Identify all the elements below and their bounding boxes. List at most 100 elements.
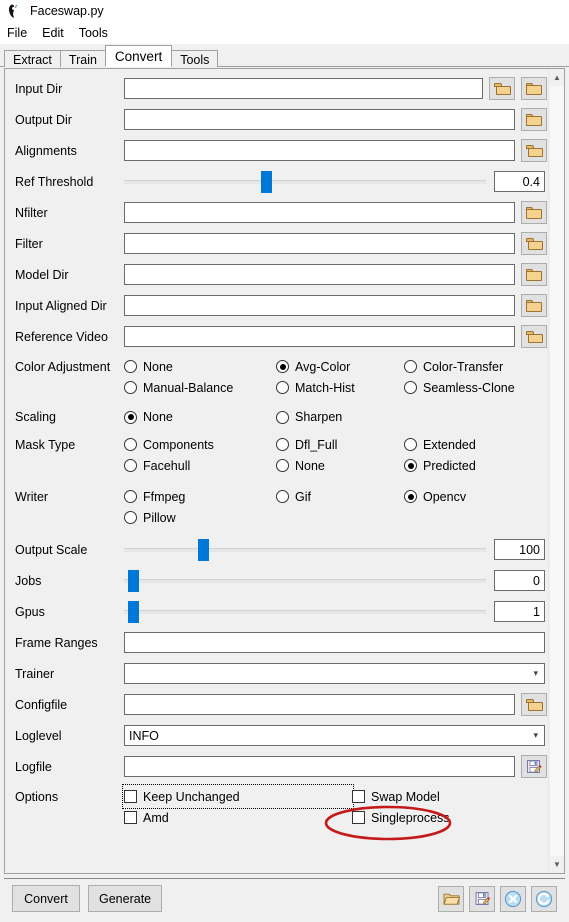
radio-writer-pillow[interactable]: Pillow: [124, 507, 276, 528]
checkbox-mark: [124, 790, 137, 803]
field-row-mask-type: Mask Type Components Dfl_Full Extended F…: [5, 430, 549, 482]
tab-extract[interactable]: Extract: [4, 50, 61, 67]
ref-threshold-value-field[interactable]: [494, 171, 545, 192]
field-row-output-scale: Output Scale: [5, 534, 549, 565]
filter-field[interactable]: [124, 233, 515, 254]
radio-label: Opencv: [423, 489, 467, 504]
input-aligned-dir-field[interactable]: [124, 295, 515, 316]
radio-mask-type-components[interactable]: Components: [124, 434, 276, 455]
filter-browse-button[interactable]: [521, 232, 547, 255]
input-dir-field[interactable]: [124, 78, 483, 99]
save-as-icon: [475, 891, 490, 905]
model-dir-field[interactable]: [124, 264, 515, 285]
radio-color-adjustment-manual-balance[interactable]: Manual-Balance: [124, 377, 276, 398]
convert-button[interactable]: Convert: [12, 885, 80, 912]
load-config-button[interactable]: [438, 885, 464, 912]
scrollbar-track[interactable]: [550, 86, 564, 856]
folder-icon: [525, 268, 543, 282]
radio-scaling-sharpen[interactable]: Sharpen: [276, 407, 404, 428]
output-dir-field[interactable]: [124, 109, 515, 130]
slider-thumb[interactable]: [128, 601, 139, 623]
radio-label: None: [143, 410, 173, 424]
alignments-browse-button[interactable]: [521, 139, 547, 162]
loglevel-dropdown[interactable]: INFO ▾: [124, 725, 545, 746]
radio-color-adjustment-none[interactable]: None: [124, 356, 276, 377]
menu-item-file[interactable]: File: [7, 24, 34, 42]
slider-thumb[interactable]: [128, 570, 139, 592]
label-frame-ranges: Frame Ranges: [15, 635, 98, 650]
checkbox-swap-model[interactable]: Swap Model: [352, 786, 532, 807]
radio-mark: [404, 490, 417, 503]
radio-label: Extended: [423, 437, 476, 452]
checkbox-keep-unchanged[interactable]: Keep Unchanged: [122, 784, 354, 809]
input-dir-browse-folder-button[interactable]: [521, 77, 547, 100]
alignments-field[interactable]: [124, 140, 515, 161]
tab-tools[interactable]: Tools: [171, 50, 219, 67]
configfile-field[interactable]: [124, 694, 515, 715]
radio-mask-type-none[interactable]: None: [276, 455, 404, 476]
radio-writer-gif[interactable]: Gif: [276, 486, 404, 507]
output-scale-value-field[interactable]: [494, 539, 545, 560]
radio-label: Avg-Color: [295, 359, 351, 374]
radio-mark: [124, 360, 137, 373]
input-aligned-dir-browse-button[interactable]: [521, 294, 547, 317]
reference-video-browse-button[interactable]: [521, 325, 547, 348]
checkbox-amd[interactable]: Amd: [124, 807, 352, 828]
model-dir-browse-button[interactable]: [521, 263, 547, 286]
logfile-save-as-button[interactable]: [521, 755, 547, 778]
reference-video-field[interactable]: [124, 326, 515, 347]
radio-color-adjustment-seamless-clone[interactable]: Seamless-Clone: [404, 377, 554, 398]
slider-track: [124, 548, 486, 552]
label-filter: Filter: [15, 236, 43, 251]
reload-button[interactable]: [531, 885, 557, 912]
output-dir-browse-button[interactable]: [521, 108, 547, 131]
field-row-options: Options Keep Unchanged Swap Model Amd Si…: [5, 782, 549, 834]
frame-ranges-field[interactable]: [124, 632, 545, 653]
radio-mark: [124, 459, 137, 472]
title-bar: Faceswap.py: [0, 0, 569, 22]
scaling-radio-group: None Sharpen: [124, 407, 554, 428]
chevron-up-icon[interactable]: ▲: [549, 69, 564, 86]
jobs-value-field[interactable]: [494, 570, 545, 591]
radio-writer-opencv[interactable]: Opencv: [404, 486, 554, 507]
radio-color-adjustment-color-transfer[interactable]: Color-Transfer: [404, 356, 554, 377]
jobs-slider[interactable]: [124, 569, 486, 592]
radio-mark: [404, 381, 417, 394]
radio-mask-type-predicted[interactable]: Predicted: [404, 455, 554, 476]
vertical-scrollbar[interactable]: ▲ ▼: [548, 69, 564, 873]
slider-thumb[interactable]: [261, 171, 272, 193]
faceswap-window: Faceswap.py File Edit Tools Extract Trai…: [0, 0, 569, 922]
checkbox-mark: [352, 790, 365, 803]
nfilter-field[interactable]: [124, 202, 515, 223]
logfile-field[interactable]: [124, 756, 515, 777]
tab-convert[interactable]: Convert: [104, 45, 173, 67]
radio-scaling-none[interactable]: None: [124, 407, 276, 428]
configfile-browse-button[interactable]: [521, 693, 547, 716]
input-dir-browse-folder-open-button[interactable]: [489, 77, 515, 100]
radio-mask-type-extended[interactable]: Extended: [404, 434, 554, 455]
radio-mark: [276, 438, 289, 451]
checkbox-singleprocess[interactable]: Singleprocess: [352, 807, 532, 828]
radio-label: Ffmpeg: [143, 489, 186, 504]
output-scale-slider[interactable]: [124, 538, 486, 561]
radio-writer-ffmpeg[interactable]: Ffmpeg: [124, 486, 276, 507]
gpus-value-field[interactable]: [494, 601, 545, 622]
gpus-slider[interactable]: [124, 600, 486, 623]
chevron-down-icon[interactable]: ▼: [549, 856, 564, 873]
slider-track: [124, 180, 486, 184]
clear-button[interactable]: [500, 885, 526, 912]
radio-mask-type-facehull[interactable]: Facehull: [124, 455, 276, 476]
menu-item-edit[interactable]: Edit: [42, 24, 71, 42]
radio-color-adjustment-avg-color[interactable]: Avg-Color: [276, 356, 404, 377]
radio-mask-type-dfl-full[interactable]: Dfl_Full: [276, 434, 404, 455]
trainer-dropdown[interactable]: ▾: [124, 663, 545, 684]
nfilter-browse-button[interactable]: [521, 201, 547, 224]
ref-threshold-slider[interactable]: [124, 170, 486, 193]
menu-item-tools[interactable]: Tools: [79, 24, 115, 42]
radio-color-adjustment-match-hist[interactable]: Match-Hist: [276, 377, 404, 398]
tab-train[interactable]: Train: [59, 50, 106, 67]
slider-thumb[interactable]: [198, 539, 209, 561]
radio-mark: [124, 438, 137, 451]
save-config-button[interactable]: [469, 885, 495, 912]
generate-button[interactable]: Generate: [88, 885, 163, 912]
